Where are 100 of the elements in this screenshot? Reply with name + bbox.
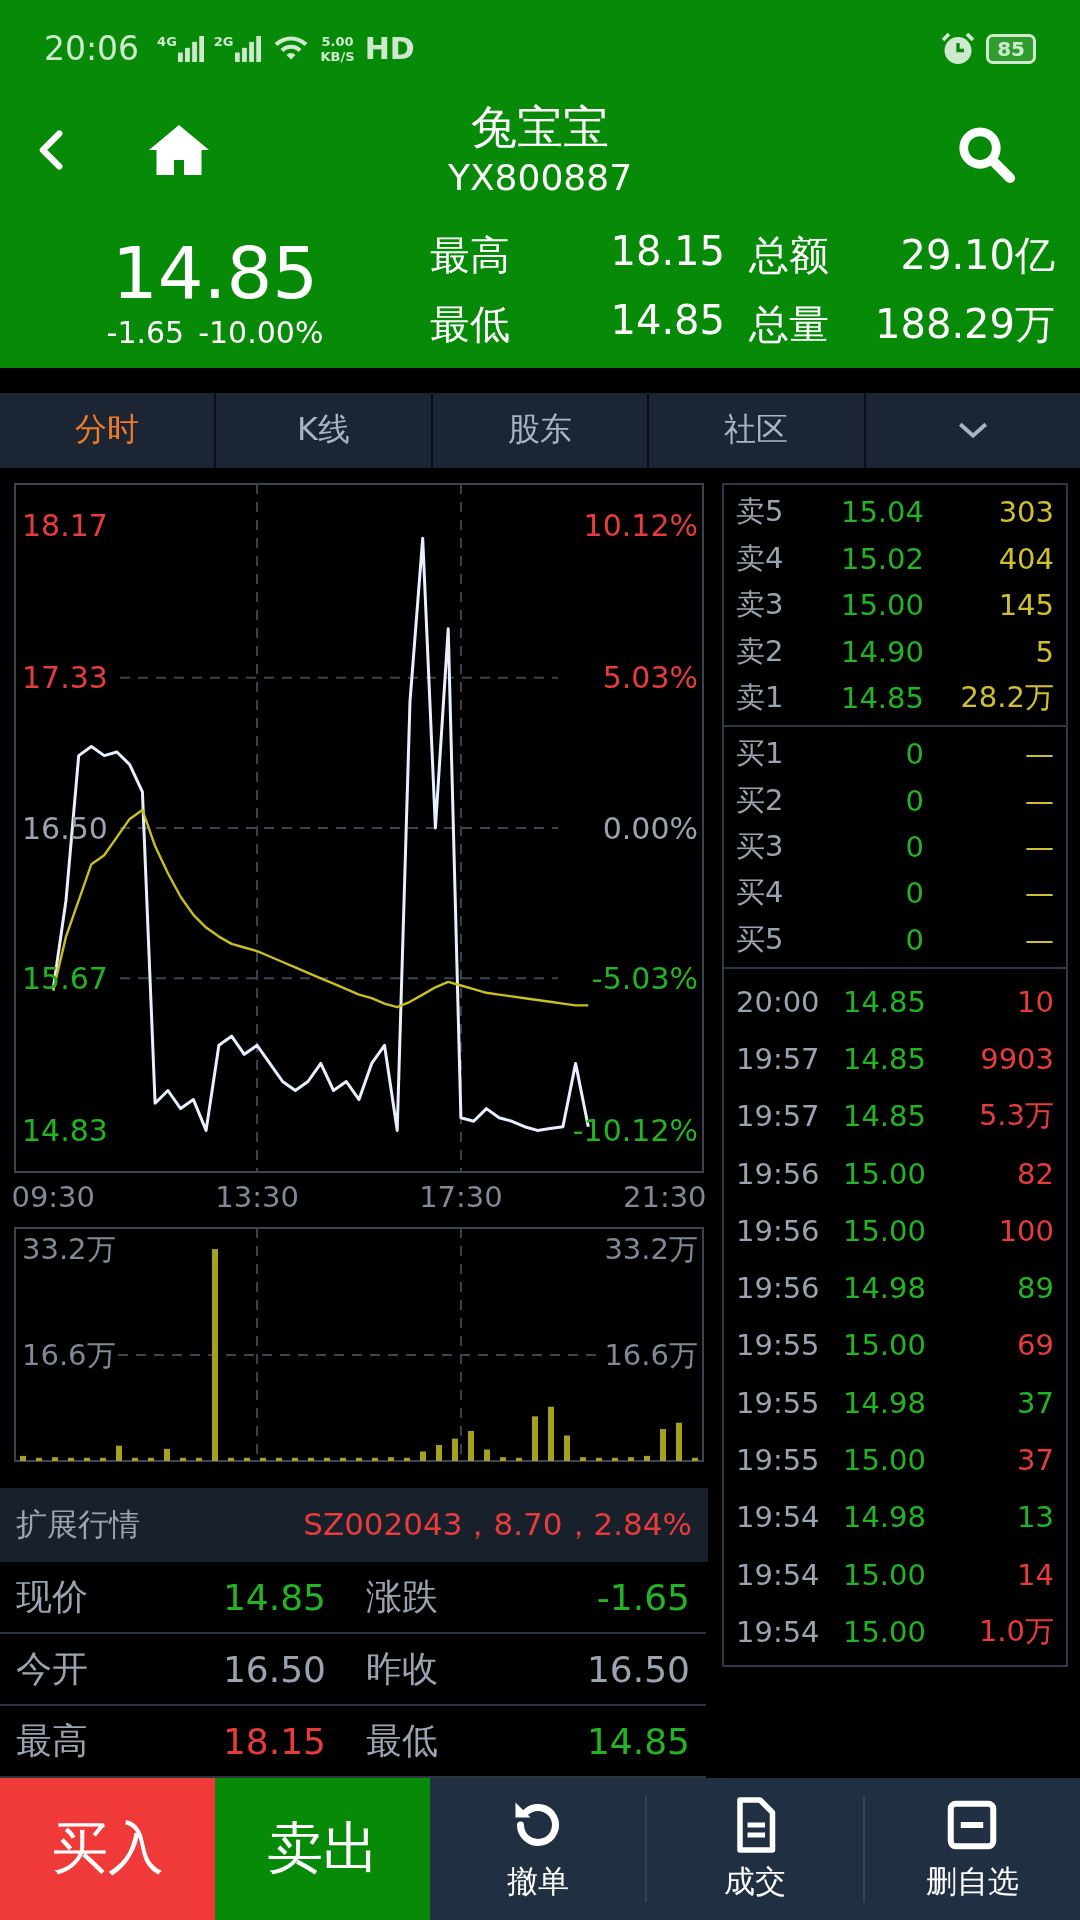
order-volume: —: [1024, 783, 1054, 818]
order-level: 卖2: [736, 632, 785, 670]
order-volume: —: [1024, 830, 1054, 865]
volume-bar: [340, 1457, 346, 1462]
price-axis-label: 17.33: [22, 660, 108, 696]
stat-label: 最高: [430, 231, 511, 281]
volume-bar: [692, 1457, 698, 1462]
volume-bar: [148, 1457, 154, 1462]
order-volume: —: [1024, 922, 1054, 957]
volume-axis-label: 33.2万: [22, 1232, 116, 1267]
trade-volume: 89: [1016, 1271, 1054, 1306]
volume-bar: [308, 1457, 314, 1462]
volume-bar: [580, 1457, 586, 1462]
trade-price: 14.98: [841, 1500, 926, 1535]
volume-axis-label: 16.6万: [604, 1338, 698, 1373]
order-level: 买2: [736, 781, 785, 819]
quote-value: 14.85: [585, 1720, 690, 1762]
volume-bar: [372, 1457, 378, 1462]
stat-label: 最低: [430, 300, 511, 350]
order-volume: —: [1024, 737, 1054, 772]
network-speed: 5.00 KB/S: [320, 33, 355, 64]
trade-volume: 5.3万: [977, 1097, 1054, 1135]
order-price: 15.02: [839, 541, 924, 576]
chart-tab[interactable]: 分时: [0, 392, 217, 469]
order-volume: 28.2万: [959, 678, 1054, 716]
quote-label: 现价: [16, 1574, 89, 1619]
time-axis-label: 21:30: [623, 1180, 707, 1215]
volume-bar: [612, 1457, 618, 1462]
volume-bar: [244, 1457, 250, 1462]
volume-bar: [180, 1457, 186, 1462]
quote-value: 16.50: [221, 1648, 326, 1690]
trade-time: 19:55: [736, 1328, 821, 1363]
volume-bar: [116, 1445, 122, 1462]
network-type: 4G: [157, 34, 177, 49]
order-level: 买3: [736, 828, 785, 866]
price-axis-label: 14.83: [22, 1113, 108, 1148]
order-price: 0: [904, 876, 924, 911]
volume-bar: [676, 1422, 682, 1462]
volume-bar: [564, 1435, 570, 1462]
order-level: 买5: [736, 920, 785, 958]
quote-label: 涨跌: [365, 1574, 439, 1619]
order-level: 买4: [736, 874, 785, 912]
chart-tab[interactable]: 股东: [432, 392, 650, 469]
trade-volume: 14: [1016, 1557, 1054, 1592]
status-time: 20:06: [44, 29, 140, 69]
order-price: 14.85: [839, 680, 924, 715]
trade-price: 14.85: [841, 984, 926, 1019]
quote-value: -1.65: [595, 1576, 690, 1618]
volume-bar: [68, 1457, 74, 1462]
volume-bar: [260, 1457, 266, 1462]
volume-bar: [644, 1456, 650, 1462]
order-level: 卖5: [736, 493, 785, 531]
volume-bar: [132, 1457, 138, 1462]
volume-bar: [420, 1451, 426, 1462]
stat-value: 29.10亿: [899, 231, 1055, 281]
price-axis-label: 18.17: [22, 508, 108, 544]
trade-time: 19:57: [736, 1099, 821, 1134]
volume-bar: [84, 1457, 90, 1462]
order-price: 0: [904, 737, 924, 772]
order-price: 0: [904, 922, 924, 957]
trade-price: 15.00: [841, 1213, 926, 1248]
volume-bar: [196, 1457, 202, 1462]
volume-axis-label: 33.2万: [604, 1232, 698, 1267]
trade-volume: 13: [1016, 1500, 1054, 1535]
order-level: 卖4: [736, 539, 785, 577]
stat-value: 188.29万: [874, 300, 1055, 350]
order-level: 卖3: [736, 586, 785, 624]
volume-bar: [100, 1457, 106, 1462]
chart-tab[interactable]: K线: [216, 392, 433, 469]
trade-time: 19:55: [736, 1385, 821, 1420]
order-level: 卖1: [736, 678, 785, 716]
buy-button[interactable]: 买入: [0, 1778, 215, 1920]
stat-value: 14.85: [609, 297, 725, 346]
trade-time: 19:54: [736, 1557, 821, 1592]
percent-axis-label: -5.03%: [591, 960, 698, 996]
sell-button[interactable]: 卖出: [215, 1778, 430, 1920]
trade-volume: 69: [1016, 1328, 1054, 1363]
volume-bar: [228, 1457, 234, 1462]
volume-bar: [532, 1416, 538, 1462]
stat-value: 18.15: [609, 228, 725, 277]
chart-tab[interactable]: 社区: [649, 392, 866, 469]
trade-time: 19:56: [736, 1213, 821, 1248]
percent-axis-label: 0.00%: [602, 810, 698, 846]
volume-bar: [20, 1456, 26, 1462]
trade-volume: 37: [1016, 1385, 1054, 1420]
signal-icon: [177, 34, 204, 63]
order-price: 15.04: [839, 495, 924, 530]
quote-label: 昨收: [365, 1646, 439, 1691]
trade-price: 15.00: [841, 1557, 926, 1592]
order-level: 买1: [736, 735, 785, 773]
percent-axis-label: 5.03%: [602, 660, 698, 696]
order-volume: —: [1024, 876, 1054, 911]
hd-indicator: HD: [364, 31, 415, 67]
time-axis-label: 09:30: [11, 1180, 95, 1215]
volume-bar: [628, 1457, 634, 1462]
stock-code: YX800887: [447, 155, 633, 200]
order-price: 0: [904, 783, 924, 818]
alarm-icon: [940, 30, 977, 67]
trade-time: 19:54: [736, 1500, 821, 1535]
volume-bar: [52, 1457, 58, 1462]
